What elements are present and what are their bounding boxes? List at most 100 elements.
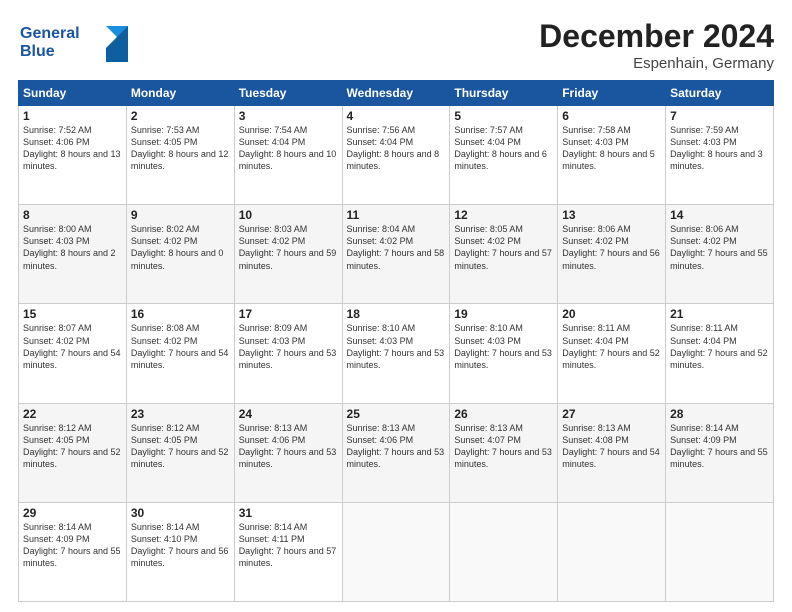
day-number: 8 xyxy=(23,208,122,222)
day-info: Sunrise: 8:07 AM Sunset: 4:02 PM Dayligh… xyxy=(23,322,122,371)
day-info: Sunrise: 8:12 AM Sunset: 4:05 PM Dayligh… xyxy=(23,422,122,471)
table-row: 6Sunrise: 7:58 AM Sunset: 4:03 PM Daylig… xyxy=(558,106,666,205)
day-number: 21 xyxy=(670,307,769,321)
table-row xyxy=(450,502,558,601)
day-info: Sunrise: 7:57 AM Sunset: 4:04 PM Dayligh… xyxy=(454,124,553,173)
table-row: 20Sunrise: 8:11 AM Sunset: 4:04 PM Dayli… xyxy=(558,304,666,403)
day-number: 7 xyxy=(670,109,769,123)
day-number: 11 xyxy=(347,208,446,222)
table-row: 9Sunrise: 8:02 AM Sunset: 4:02 PM Daylig… xyxy=(126,205,234,304)
table-row: 22Sunrise: 8:12 AM Sunset: 4:05 PM Dayli… xyxy=(19,403,127,502)
table-row: 23Sunrise: 8:12 AM Sunset: 4:05 PM Dayli… xyxy=(126,403,234,502)
table-row: 1Sunrise: 7:52 AM Sunset: 4:06 PM Daylig… xyxy=(19,106,127,205)
table-row: 31Sunrise: 8:14 AM Sunset: 4:11 PM Dayli… xyxy=(234,502,342,601)
day-number: 31 xyxy=(239,506,338,520)
day-info: Sunrise: 8:03 AM Sunset: 4:02 PM Dayligh… xyxy=(239,223,338,272)
table-row xyxy=(666,502,774,601)
table-row: 7Sunrise: 7:59 AM Sunset: 4:03 PM Daylig… xyxy=(666,106,774,205)
day-info: Sunrise: 8:02 AM Sunset: 4:02 PM Dayligh… xyxy=(131,223,230,272)
col-thursday: Thursday xyxy=(450,81,558,106)
day-number: 27 xyxy=(562,407,661,421)
table-row: 17Sunrise: 8:09 AM Sunset: 4:03 PM Dayli… xyxy=(234,304,342,403)
table-row: 11Sunrise: 8:04 AM Sunset: 4:02 PM Dayli… xyxy=(342,205,450,304)
col-sunday: Sunday xyxy=(19,81,127,106)
col-friday: Friday xyxy=(558,81,666,106)
table-row: 8Sunrise: 8:00 AM Sunset: 4:03 PM Daylig… xyxy=(19,205,127,304)
day-info: Sunrise: 8:14 AM Sunset: 4:09 PM Dayligh… xyxy=(670,422,769,471)
day-number: 30 xyxy=(131,506,230,520)
day-number: 18 xyxy=(347,307,446,321)
day-info: Sunrise: 8:14 AM Sunset: 4:10 PM Dayligh… xyxy=(131,521,230,570)
day-number: 1 xyxy=(23,109,122,123)
day-number: 26 xyxy=(454,407,553,421)
day-info: Sunrise: 8:06 AM Sunset: 4:02 PM Dayligh… xyxy=(670,223,769,272)
title-block: December 2024 Espenhain, Germany xyxy=(539,18,774,72)
col-tuesday: Tuesday xyxy=(234,81,342,106)
day-number: 3 xyxy=(239,109,338,123)
page-title: December 2024 xyxy=(539,18,774,55)
col-saturday: Saturday xyxy=(666,81,774,106)
day-number: 15 xyxy=(23,307,122,321)
day-info: Sunrise: 8:06 AM Sunset: 4:02 PM Dayligh… xyxy=(562,223,661,272)
day-number: 6 xyxy=(562,109,661,123)
day-number: 5 xyxy=(454,109,553,123)
table-row xyxy=(558,502,666,601)
page-subtitle: Espenhain, Germany xyxy=(539,55,774,72)
table-row: 18Sunrise: 8:10 AM Sunset: 4:03 PM Dayli… xyxy=(342,304,450,403)
day-info: Sunrise: 8:13 AM Sunset: 4:06 PM Dayligh… xyxy=(347,422,446,471)
logo: General Blue xyxy=(18,18,128,67)
day-number: 25 xyxy=(347,407,446,421)
table-row: 25Sunrise: 8:13 AM Sunset: 4:06 PM Dayli… xyxy=(342,403,450,502)
table-row: 3Sunrise: 7:54 AM Sunset: 4:04 PM Daylig… xyxy=(234,106,342,205)
table-row: 15Sunrise: 8:07 AM Sunset: 4:02 PM Dayli… xyxy=(19,304,127,403)
day-number: 14 xyxy=(670,208,769,222)
calendar-week-row: 22Sunrise: 8:12 AM Sunset: 4:05 PM Dayli… xyxy=(19,403,774,502)
calendar-week-row: 15Sunrise: 8:07 AM Sunset: 4:02 PM Dayli… xyxy=(19,304,774,403)
table-row: 24Sunrise: 8:13 AM Sunset: 4:06 PM Dayli… xyxy=(234,403,342,502)
day-info: Sunrise: 7:53 AM Sunset: 4:05 PM Dayligh… xyxy=(131,124,230,173)
day-number: 20 xyxy=(562,307,661,321)
table-row: 14Sunrise: 8:06 AM Sunset: 4:02 PM Dayli… xyxy=(666,205,774,304)
day-number: 2 xyxy=(131,109,230,123)
day-number: 10 xyxy=(239,208,338,222)
table-row: 26Sunrise: 8:13 AM Sunset: 4:07 PM Dayli… xyxy=(450,403,558,502)
day-info: Sunrise: 8:00 AM Sunset: 4:03 PM Dayligh… xyxy=(23,223,122,272)
day-number: 22 xyxy=(23,407,122,421)
page: General Blue December 2024 Espenhain, Ge… xyxy=(0,0,792,612)
day-info: Sunrise: 8:14 AM Sunset: 4:11 PM Dayligh… xyxy=(239,521,338,570)
table-row: 5Sunrise: 7:57 AM Sunset: 4:04 PM Daylig… xyxy=(450,106,558,205)
day-info: Sunrise: 8:11 AM Sunset: 4:04 PM Dayligh… xyxy=(562,322,661,371)
day-info: Sunrise: 7:56 AM Sunset: 4:04 PM Dayligh… xyxy=(347,124,446,173)
day-info: Sunrise: 8:08 AM Sunset: 4:02 PM Dayligh… xyxy=(131,322,230,371)
table-row: 2Sunrise: 7:53 AM Sunset: 4:05 PM Daylig… xyxy=(126,106,234,205)
table-row: 13Sunrise: 8:06 AM Sunset: 4:02 PM Dayli… xyxy=(558,205,666,304)
day-info: Sunrise: 8:13 AM Sunset: 4:08 PM Dayligh… xyxy=(562,422,661,471)
day-info: Sunrise: 7:58 AM Sunset: 4:03 PM Dayligh… xyxy=(562,124,661,173)
table-row: 12Sunrise: 8:05 AM Sunset: 4:02 PM Dayli… xyxy=(450,205,558,304)
calendar-week-row: 29Sunrise: 8:14 AM Sunset: 4:09 PM Dayli… xyxy=(19,502,774,601)
day-number: 4 xyxy=(347,109,446,123)
table-row: 30Sunrise: 8:14 AM Sunset: 4:10 PM Dayli… xyxy=(126,502,234,601)
day-number: 29 xyxy=(23,506,122,520)
svg-text:General: General xyxy=(20,25,80,42)
col-monday: Monday xyxy=(126,81,234,106)
table-row: 28Sunrise: 8:14 AM Sunset: 4:09 PM Dayli… xyxy=(666,403,774,502)
day-number: 9 xyxy=(131,208,230,222)
day-info: Sunrise: 8:05 AM Sunset: 4:02 PM Dayligh… xyxy=(454,223,553,272)
day-number: 16 xyxy=(131,307,230,321)
table-row: 29Sunrise: 8:14 AM Sunset: 4:09 PM Dayli… xyxy=(19,502,127,601)
day-info: Sunrise: 7:54 AM Sunset: 4:04 PM Dayligh… xyxy=(239,124,338,173)
day-number: 23 xyxy=(131,407,230,421)
day-info: Sunrise: 8:09 AM Sunset: 4:03 PM Dayligh… xyxy=(239,322,338,371)
day-info: Sunrise: 8:10 AM Sunset: 4:03 PM Dayligh… xyxy=(454,322,553,371)
table-row: 16Sunrise: 8:08 AM Sunset: 4:02 PM Dayli… xyxy=(126,304,234,403)
day-info: Sunrise: 8:11 AM Sunset: 4:04 PM Dayligh… xyxy=(670,322,769,371)
day-number: 28 xyxy=(670,407,769,421)
day-number: 12 xyxy=(454,208,553,222)
day-info: Sunrise: 8:04 AM Sunset: 4:02 PM Dayligh… xyxy=(347,223,446,272)
day-number: 13 xyxy=(562,208,661,222)
table-row: 27Sunrise: 8:13 AM Sunset: 4:08 PM Dayli… xyxy=(558,403,666,502)
logo-text: General Blue xyxy=(18,18,128,67)
day-info: Sunrise: 8:12 AM Sunset: 4:05 PM Dayligh… xyxy=(131,422,230,471)
day-info: Sunrise: 8:13 AM Sunset: 4:06 PM Dayligh… xyxy=(239,422,338,471)
